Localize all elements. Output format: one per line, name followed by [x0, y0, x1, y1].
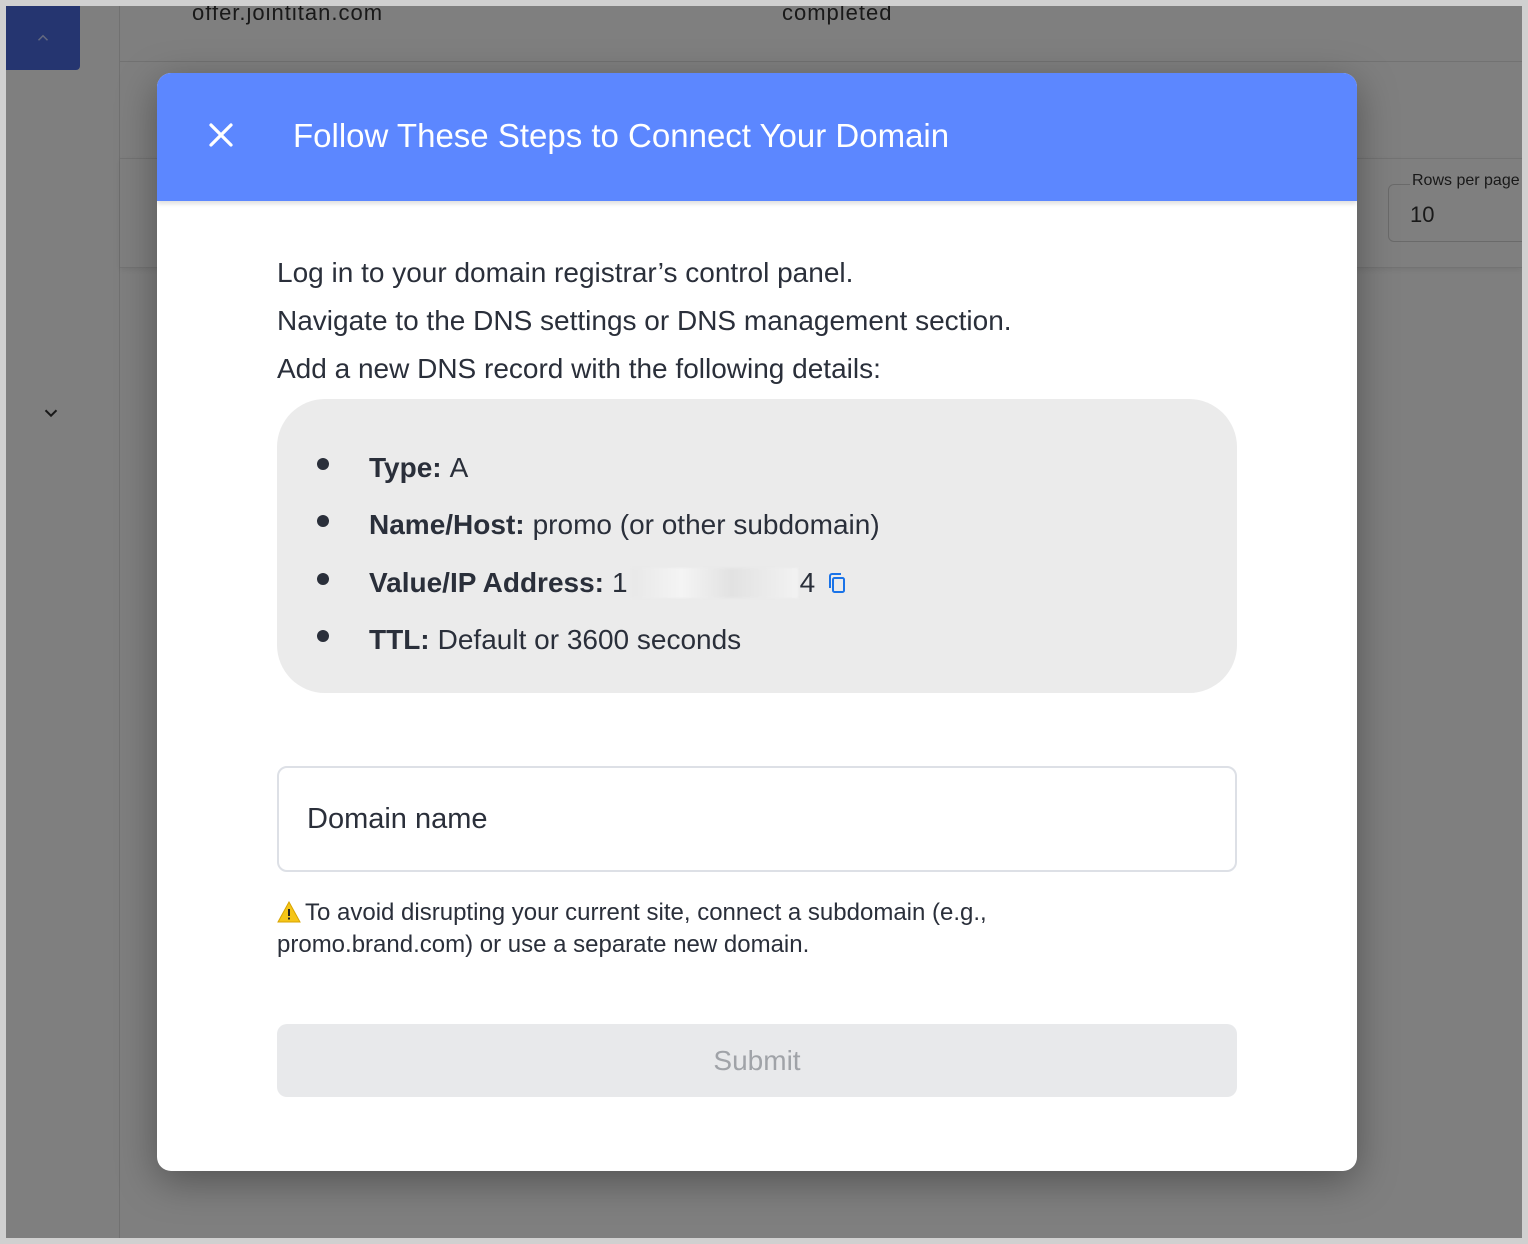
close-icon — [209, 123, 233, 147]
record-name-label: Name/Host: — [369, 509, 525, 541]
record-value-label: Value/IP Address: — [369, 566, 604, 598]
instruction-steps: Log in to your domain registrar’s contro… — [277, 249, 1012, 393]
step-line: Add a new DNS record with the following … — [277, 353, 881, 384]
record-type-value: A — [449, 451, 469, 483]
record-type: Type: A — [317, 439, 880, 497]
bullet — [317, 630, 329, 643]
redacted-ip — [631, 567, 798, 598]
modal-title: Follow These Steps to Connect Your Domai… — [293, 117, 950, 154]
dns-record-list: Type: A Name/Host: promo (or other subdo… — [317, 439, 880, 669]
record-value-suffix: 4 — [799, 566, 816, 598]
warning-text: To avoid disrupting your current site, c… — [277, 899, 987, 958]
record-ttl: TTL: Default or 3600 seconds — [317, 612, 880, 670]
step-line: Log in to your domain registrar’s contro… — [277, 257, 854, 288]
app-frame: offer.jointitan.com completed Rows per p… — [0, 0, 1528, 1244]
modal-header: Follow These Steps to Connect Your Domai… — [157, 73, 1357, 201]
record-type-label: Type: — [369, 451, 442, 483]
record-ttl-value: Default or 3600 seconds — [437, 624, 742, 656]
record-name-value: promo (or other subdomain) — [532, 509, 880, 541]
connect-domain-modal: Follow These Steps to Connect Your Domai… — [157, 73, 1357, 1171]
warning-icon — [277, 901, 301, 923]
submit-button[interactable]: Submit — [277, 1024, 1237, 1097]
copy-icon[interactable] — [825, 571, 849, 595]
record-value-prefix: 1 — [612, 566, 628, 598]
dns-record-card: Type: A Name/Host: promo (or other subdo… — [277, 399, 1237, 693]
close-button[interactable] — [201, 115, 241, 155]
domain-name-input[interactable] — [277, 766, 1237, 872]
warning-message: To avoid disrupting your current site, c… — [277, 897, 1077, 961]
record-ttl-label: TTL: — [369, 624, 430, 656]
record-value: Value/IP Address: 1 4 — [317, 554, 880, 612]
record-name: Name/Host: promo (or other subdomain) — [317, 497, 880, 555]
step-line: Navigate to the DNS settings or DNS mana… — [277, 305, 1012, 336]
bullet — [317, 515, 329, 528]
bullet — [317, 572, 329, 585]
bullet — [317, 457, 329, 470]
